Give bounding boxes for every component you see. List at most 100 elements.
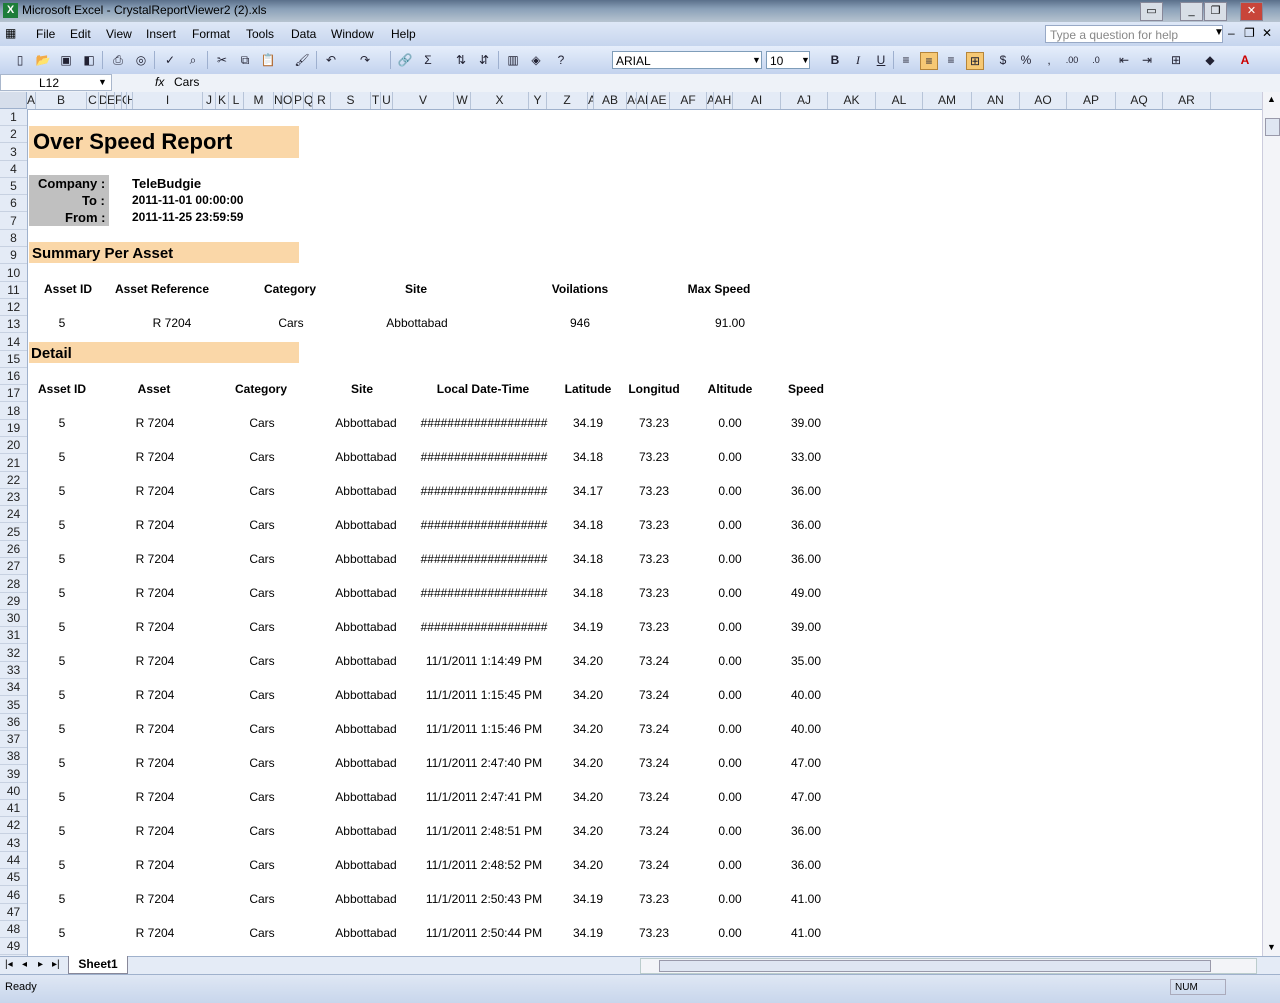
currency-icon[interactable]: $ [995, 52, 1011, 68]
increase-decimal-icon[interactable]: .00 [1064, 52, 1080, 68]
column-header[interactable]: S [331, 92, 371, 109]
detail-cell[interactable]: 73.23 [639, 620, 669, 634]
detail-cell[interactable]: Cars [249, 620, 274, 634]
permission-icon[interactable]: ◧ [81, 52, 97, 68]
detail-cell[interactable]: ################### [421, 484, 548, 498]
row-header[interactable]: 47 [0, 904, 27, 921]
detail-cell[interactable]: 33.00 [791, 450, 821, 464]
row-header[interactable]: 21 [0, 455, 27, 472]
borders-icon[interactable]: ⊞ [1168, 52, 1184, 68]
column-header[interactable]: K [216, 92, 229, 109]
detail-cell[interactable]: Cars [249, 926, 274, 940]
row-header[interactable]: 12 [0, 299, 27, 317]
detail-cell[interactable]: 36.00 [791, 858, 821, 872]
name-box[interactable]: L12 [0, 74, 112, 91]
column-header[interactable]: AE [648, 92, 670, 109]
research-icon[interactable]: ⌕ [185, 52, 201, 68]
row-header[interactable]: 11 [0, 282, 27, 299]
detail-cell[interactable]: 73.24 [639, 688, 669, 702]
detail-cell[interactable]: 5 [59, 416, 66, 430]
detail-cell[interactable]: Abbottabad [335, 654, 396, 668]
detail-cell[interactable]: 34.20 [573, 858, 603, 872]
column-header[interactable]: M [244, 92, 274, 109]
detail-cell[interactable]: 73.24 [639, 722, 669, 736]
column-header[interactable]: AO [1020, 92, 1067, 109]
chevron-down-icon[interactable]: ▼ [752, 55, 761, 65]
horizontal-scrollbar[interactable] [640, 958, 1257, 974]
detail-cell[interactable]: 41.00 [791, 926, 821, 940]
detail-cell[interactable]: 5 [59, 654, 66, 668]
detail-cell[interactable]: Cars [249, 654, 274, 668]
row-header[interactable]: 35 [0, 697, 27, 714]
chevron-down-icon[interactable]: ▼ [1214, 27, 1224, 38]
column-header[interactable]: AH [714, 92, 733, 109]
detail-cell[interactable]: 0.00 [718, 824, 741, 838]
row-header[interactable]: 43 [0, 835, 27, 852]
detail-cell[interactable]: R 7204 [136, 926, 175, 940]
fill-color-icon[interactable]: ◆ [1202, 52, 1218, 68]
detail-cell[interactable]: R 7204 [136, 416, 175, 430]
detail-cell[interactable]: 0.00 [718, 722, 741, 736]
detail-cell[interactable]: 5 [59, 688, 66, 702]
detail-cell[interactable]: 34.18 [573, 450, 603, 464]
row-header[interactable]: 20 [0, 437, 27, 455]
column-header[interactable]: W [454, 92, 471, 109]
detail-cell[interactable]: 34.19 [573, 892, 603, 906]
fx-icon[interactable]: fx [155, 75, 164, 89]
detail-cell[interactable]: Abbottabad [335, 620, 396, 634]
detail-cell[interactable]: R 7204 [136, 620, 175, 634]
row-header[interactable]: 45 [0, 869, 27, 887]
column-header[interactable]: AR [1163, 92, 1211, 109]
column-header[interactable]: N [274, 92, 283, 109]
menu-format[interactable]: Format [192, 27, 230, 41]
detail-cell[interactable]: R 7204 [136, 858, 175, 872]
detail-cell[interactable]: Abbottabad [335, 892, 396, 906]
row-header[interactable]: 28 [0, 576, 27, 593]
column-header[interactable]: C [87, 92, 99, 109]
detail-cell[interactable]: 34.20 [573, 824, 603, 838]
row-header[interactable]: 30 [0, 610, 27, 628]
detail-cell[interactable]: 34.20 [573, 688, 603, 702]
detail-cell[interactable]: 5 [59, 450, 66, 464]
menu-insert[interactable]: Insert [146, 27, 176, 41]
detail-cell[interactable]: Cars [249, 586, 274, 600]
detail-cell[interactable]: 73.23 [639, 484, 669, 498]
detail-cell[interactable]: R 7204 [136, 824, 175, 838]
detail-cell[interactable]: Cars [249, 892, 274, 906]
column-header[interactable]: AC [627, 92, 637, 109]
row-header[interactable]: 24 [0, 506, 27, 524]
save-icon[interactable]: ▣ [58, 52, 74, 68]
detail-cell[interactable]: 0.00 [718, 756, 741, 770]
column-header[interactable]: L [229, 92, 244, 109]
align-right-icon[interactable]: ≡ [943, 52, 959, 68]
row-header[interactable]: 33 [0, 662, 27, 679]
font-name-select[interactable]: ARIAL [612, 51, 762, 69]
summary-cell[interactable]: Cars [278, 316, 303, 330]
row-header[interactable]: 22 [0, 472, 27, 489]
detail-cell[interactable]: Cars [249, 722, 274, 736]
print-icon[interactable]: ⎙ [110, 52, 126, 68]
cut-icon[interactable]: ✂ [214, 52, 230, 68]
detail-cell[interactable]: 73.23 [639, 518, 669, 532]
bold-icon[interactable]: B [827, 52, 843, 68]
detail-cell[interactable]: 36.00 [791, 824, 821, 838]
detail-cell[interactable]: 0.00 [718, 552, 741, 566]
detail-cell[interactable]: 5 [59, 552, 66, 566]
drawing-icon[interactable]: ◈ [528, 52, 544, 68]
format-painter-icon[interactable]: 🖌 [294, 52, 310, 68]
detail-cell[interactable]: R 7204 [136, 756, 175, 770]
row-header[interactable]: 37 [0, 731, 27, 749]
help-icon[interactable]: ? [553, 52, 569, 68]
detail-cell[interactable]: 34.18 [573, 552, 603, 566]
scroll-down-icon[interactable]: ▼ [1267, 942, 1276, 952]
detail-cell[interactable]: 73.23 [639, 416, 669, 430]
column-header[interactable]: R [313, 92, 331, 109]
detail-cell[interactable]: 11/1/2011 1:14:49 PM [426, 654, 542, 668]
detail-cell[interactable]: 47.00 [791, 790, 821, 804]
doc-close-button[interactable]: ✕ [1262, 26, 1272, 40]
hscroll-thumb[interactable] [659, 960, 1211, 972]
menu-file[interactable]: File [36, 27, 55, 41]
align-center-icon[interactable]: ≡ [920, 52, 938, 70]
sheet-tab[interactable]: Sheet1 [68, 956, 128, 974]
row-header[interactable]: 16 [0, 368, 27, 386]
